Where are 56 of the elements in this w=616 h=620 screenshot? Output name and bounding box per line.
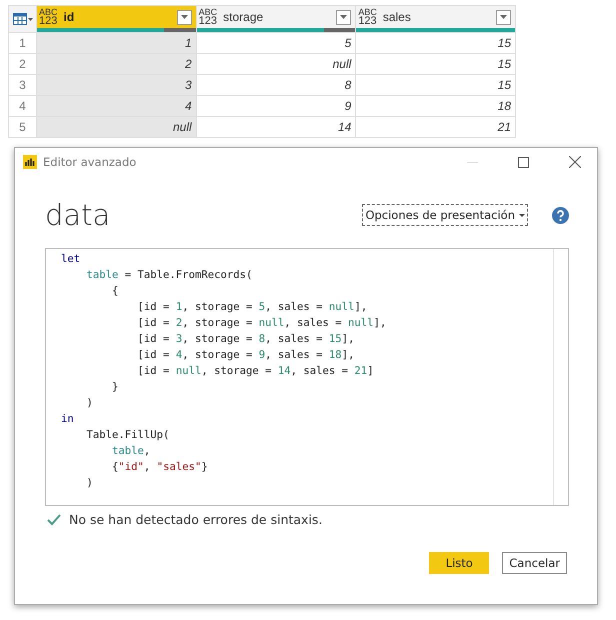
code-line: [id = 2, storage = null, sales = null], [136, 316, 388, 331]
done-button[interactable]: Listo [429, 552, 490, 574]
table-cell: 9 [196, 96, 356, 116]
filter-dropdown-button[interactable] [496, 10, 511, 24]
code-line: [id = null, storage = 14, sales = 21] [136, 364, 375, 379]
table-cell: 14 [196, 116, 356, 138]
code-line: } [111, 380, 120, 395]
window-title: Editor avanzado [43, 155, 138, 169]
column-name: sales [382, 10, 412, 24]
column-name: storage [223, 10, 264, 24]
code-line: let [61, 252, 82, 267]
caret-icon [28, 18, 32, 20]
caret-icon [500, 15, 507, 19]
filter-dropdown-button[interactable] [336, 10, 352, 24]
caret-icon [519, 214, 525, 216]
maximize-icon [518, 156, 529, 168]
code-line: [id = 1, storage = 5, sales = null], [136, 300, 368, 315]
table-cell: 3 [36, 74, 196, 96]
table-cell: 5 [196, 32, 356, 54]
filter-dropdown-button[interactable] [176, 10, 192, 24]
display-options-dropdown[interactable]: Opciones de presentación [362, 204, 528, 226]
code-line: ) [86, 396, 94, 411]
table-cell: 1 [36, 32, 196, 54]
bar-chart-logo-icon [23, 155, 37, 169]
table-cell: null [196, 54, 356, 74]
table-cell: 15 [356, 74, 516, 96]
help-icon[interactable] [552, 206, 569, 224]
table-cell: 15 [356, 54, 516, 74]
caret-icon [340, 15, 348, 19]
code-line: { [111, 284, 120, 299]
code-line: ) [86, 476, 94, 491]
type-any-icon: ABC 123 [39, 8, 58, 26]
code-line: {"id", "sales"} [111, 460, 209, 475]
close-icon [568, 156, 580, 168]
caret-icon [180, 15, 188, 19]
column-name: id [64, 10, 76, 24]
code-line: in [61, 412, 75, 427]
type-any-icon: ABC 123 [358, 8, 377, 26]
code-line: [id = 3, storage = 8, sales = 15], [136, 332, 356, 347]
table-cell: 15 [356, 32, 516, 54]
code-line: [id = 4, storage = 9, sales = 18], [136, 348, 356, 363]
code-line: Table.FillUp( [86, 428, 170, 443]
table-icon [12, 13, 26, 25]
syntax-status-text: No se han detectado errores de sintaxis. [69, 512, 322, 527]
table-cell: 8 [196, 74, 356, 96]
type-any-icon: ABC 123 [198, 8, 218, 26]
cancel-button[interactable]: Cancelar [502, 552, 567, 574]
checkmark-icon [47, 514, 61, 526]
code-line: table, [111, 444, 152, 459]
table-cell: 21 [356, 116, 516, 138]
table-cell: 2 [36, 54, 196, 74]
query-name: data [45, 198, 112, 232]
table-cell: 18 [356, 96, 516, 116]
table-cell: 4 [36, 96, 196, 116]
code-line: table = Table.FromRecords( [86, 268, 254, 283]
table-cell: null [36, 116, 196, 138]
